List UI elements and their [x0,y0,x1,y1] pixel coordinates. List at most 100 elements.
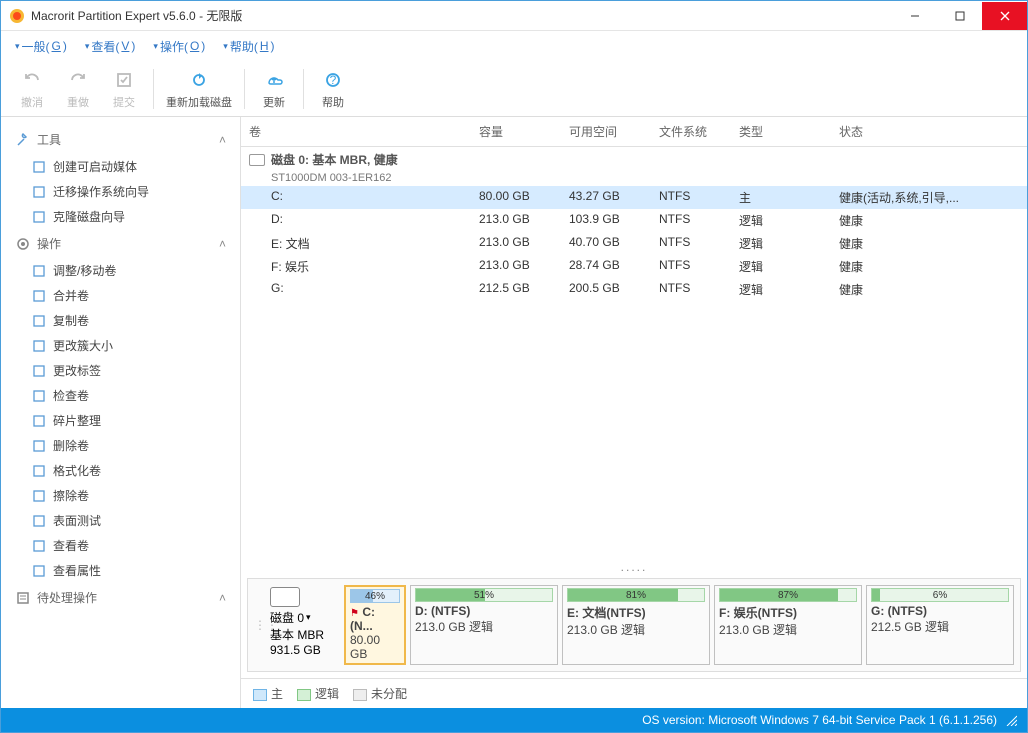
update-icon [262,68,286,92]
chevron-up-icon: ˄ [219,591,226,605]
legend: 主 逻辑 未分配 [241,678,1027,708]
sidebar-item-wipe[interactable]: 擦除卷 [1,483,240,508]
menu-h[interactable]: ▾ 帮助(H) [223,38,274,55]
volume-list: 磁盘 0: 基本 MBR, 健康 ST1000DM 003-1ER162 C:8… [241,147,1027,556]
sidebar-item-check[interactable]: 检查卷 [1,383,240,408]
pending-icon [15,590,31,606]
sidebar-item-relabel[interactable]: 更改标签 [1,358,240,383]
usage-bar: 46% [350,589,400,603]
disk-map: ⋮⋮ 磁盘 0▾ 基本 MBR 931.5 GB 46%⚑ C: (N...80… [247,578,1021,672]
diskmap-partition[interactable]: 81%E: 文档(NTFS)213.0 GB 逻辑 [562,585,710,665]
check-icon [31,388,47,404]
help-button[interactable]: ?帮助 [312,64,354,114]
legend-unalloc: 未分配 [353,685,407,702]
col-header-status[interactable]: 状态 [831,123,1027,140]
menubar: ▾ 一般(G) ▾ 查看(V) ▾ 操作(O) ▾ 帮助(H) [1,31,1027,61]
defrag-icon [31,413,47,429]
volume-row[interactable]: D:213.0 GB103.9 GBNTFS逻辑健康 [241,209,1027,232]
volume-row[interactable]: C:80.00 GB43.27 GBNTFS主健康(活动,系统,引导,... [241,186,1027,209]
diskmap-partition[interactable]: 46%⚑ C: (N...80.00 GB [344,585,406,665]
sidebar-item-copy[interactable]: 复制卷 [1,308,240,333]
disk-header-row[interactable]: 磁盘 0: 基本 MBR, 健康 [241,147,1027,172]
volume-row[interactable]: F: 娱乐213.0 GB28.74 GBNTFS逻辑健康 [241,255,1027,278]
sidebar-item-resize[interactable]: 调整/移动卷 [1,258,240,283]
minimize-button[interactable] [892,2,937,30]
commit-icon [112,68,136,92]
volume-list-header: 卷 容量 可用空间 文件系统 类型 状态 [241,117,1027,147]
sidebar-item-migrate-os[interactable]: 迁移操作系统向导 [1,179,240,204]
col-header-free[interactable]: 可用空间 [561,123,651,140]
toolbar: 撤消重做提交重新加载磁盘更新 ?帮助 [1,61,1027,117]
sidebar-item-cluster[interactable]: 更改簇大小 [1,333,240,358]
col-header-volume[interactable]: 卷 [241,123,471,140]
chevron-down-icon: ▾ [153,41,158,52]
volume-row[interactable]: E: 文档213.0 GB40.70 GBNTFS逻辑健康 [241,232,1027,255]
splitter-handle[interactable]: ..... [241,556,1027,578]
view-vol-icon [31,538,47,554]
sidebar-item-format[interactable]: 格式化卷 [1,458,240,483]
merge-icon [31,288,47,304]
close-button[interactable] [982,2,1027,30]
chevron-down-icon: ▾ [223,41,228,52]
chevron-down-icon: ▾ [15,41,20,52]
resize-grip-icon[interactable] [1005,714,1017,726]
disk-drive-icon [270,587,300,607]
redo-button: 重做 [57,64,99,114]
legend-primary: 主 [253,685,283,702]
sidebar-item-view-vol[interactable]: 查看卷 [1,533,240,558]
diskmap-partition[interactable]: 51%D: (NTFS)213.0 GB 逻辑 [410,585,558,665]
sidebar: 工具˄创建可启动媒体迁移操作系统向导克隆磁盘向导操作˄调整/移动卷合并卷复制卷更… [1,117,241,708]
diskmap-disk-info[interactable]: 磁盘 0▾ 基本 MBR 931.5 GB [266,585,340,665]
menu-v[interactable]: ▾ 查看(V) [85,38,136,55]
sidebar-group-tools[interactable]: 工具˄ [1,125,240,154]
sidebar-item-clone-disk[interactable]: 克隆磁盘向导 [1,204,240,229]
menu-g[interactable]: ▾ 一般(G) [15,38,67,55]
sidebar-item-surface[interactable]: 表面测试 [1,508,240,533]
sidebar-item-view-props[interactable]: 查看属性 [1,558,240,583]
chevron-up-icon: ˄ [219,133,226,147]
commit-button: 提交 [103,64,145,114]
col-header-capacity[interactable]: 容量 [471,123,561,140]
undo-button: 撤消 [11,64,53,114]
disk-header-text: 磁盘 0: 基本 MBR, 健康 [271,151,398,168]
migrate-os-icon [31,184,47,200]
sidebar-group-pending[interactable]: 待处理操作˄ [1,583,240,612]
col-header-fs[interactable]: 文件系统 [651,123,731,140]
delete-icon [31,438,47,454]
legend-logical: 逻辑 [297,685,339,702]
diskmap-grip[interactable]: ⋮⋮ [254,585,262,665]
reload-icon [187,68,211,92]
menu-o[interactable]: ▾ 操作(O) [153,38,205,55]
svg-text:?: ? [330,73,337,87]
disk-icon [249,154,265,166]
reload-button[interactable]: 重新加载磁盘 [162,64,236,114]
sidebar-item-delete[interactable]: 删除卷 [1,433,240,458]
sidebar-item-defrag[interactable]: 碎片整理 [1,408,240,433]
format-icon [31,463,47,479]
boot-media-icon [31,159,47,175]
update-button[interactable]: 更新 [253,64,295,114]
relabel-icon [31,363,47,379]
surface-icon [31,513,47,529]
chevron-down-icon: ▾ [306,612,311,623]
titlebar: Macrorit Partition Expert v5.6.0 - 无限版 [1,1,1027,31]
sidebar-item-boot-media[interactable]: 创建可启动媒体 [1,154,240,179]
chevron-up-icon: ˄ [219,237,226,251]
col-header-type[interactable]: 类型 [731,123,831,140]
main-panel: 卷 容量 可用空间 文件系统 类型 状态 磁盘 0: 基本 MBR, 健康 ST… [241,117,1027,708]
disk-model: ST1000DM 003-1ER162 [241,172,1027,184]
diskmap-partition[interactable]: 87%F: 娱乐(NTFS)213.0 GB 逻辑 [714,585,862,665]
sidebar-item-merge[interactable]: 合并卷 [1,283,240,308]
cluster-icon [31,338,47,354]
app-icon [9,8,25,24]
sidebar-group-ops[interactable]: 操作˄ [1,229,240,258]
clone-disk-icon [31,209,47,225]
diskmap-disk-label: 磁盘 0 [270,609,304,626]
diskmap-partition[interactable]: 6%G: (NTFS)212.5 GB 逻辑 [866,585,1014,665]
tools-icon [15,132,31,148]
maximize-button[interactable] [937,2,982,30]
diskmap-disk-size: 931.5 GB [270,643,321,657]
help-icon: ? [321,68,345,92]
undo-icon [20,68,44,92]
volume-row[interactable]: G:212.5 GB200.5 GBNTFS逻辑健康 [241,278,1027,301]
